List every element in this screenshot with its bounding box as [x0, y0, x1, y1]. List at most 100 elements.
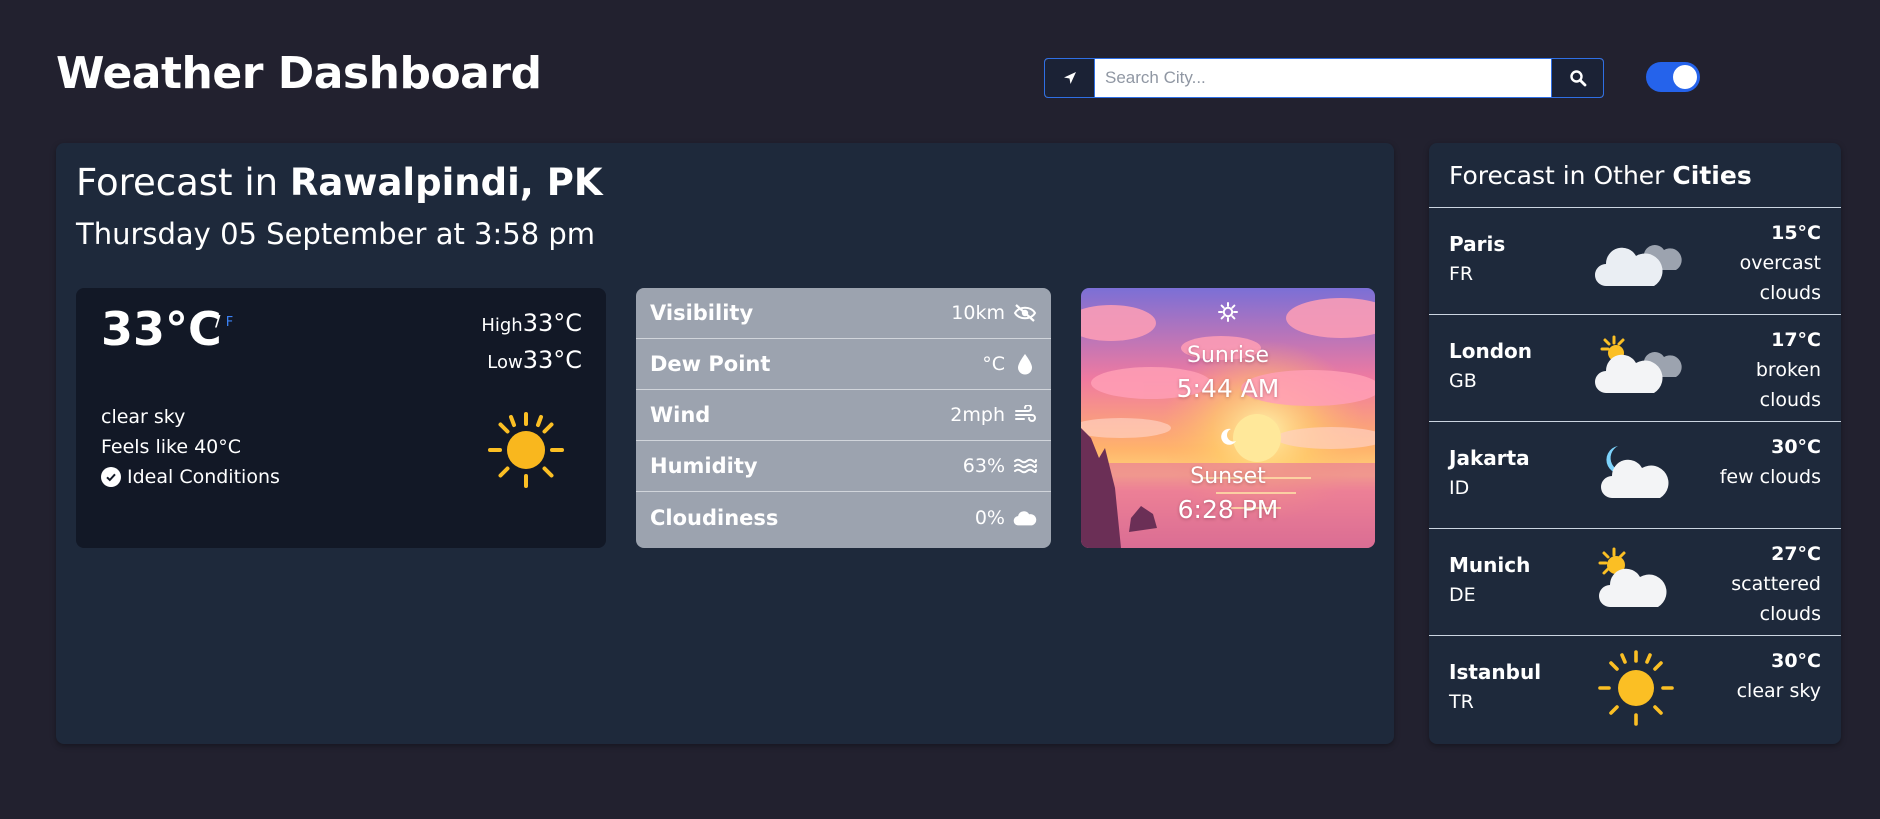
forecast-heading-prefix: Forecast in [76, 161, 279, 204]
unit-fahrenheit[interactable]: F [226, 315, 233, 330]
city-country: FR [1449, 263, 1474, 285]
forecast-heading: Forecast in Rawalpindi, PK [76, 161, 603, 204]
search-bar [1044, 58, 1604, 98]
city-country: ID [1449, 477, 1470, 499]
feels-like: Feels like 40°C [101, 436, 242, 458]
detail-row-cloudiness: Cloudiness 0% [636, 492, 1051, 543]
city-weather: 30°C few clouds [1681, 432, 1821, 492]
city-temp: 15°C [1771, 222, 1821, 244]
forecast-city: Rawalpindi, PK [289, 161, 603, 204]
city-name: Munich [1449, 553, 1531, 577]
search-button[interactable] [1551, 59, 1603, 97]
page-title: Weather Dashboard [56, 48, 542, 99]
scattered-clouds-icon [1598, 547, 1667, 607]
detail-label: Humidity [650, 454, 758, 478]
city-temp: 30°C [1771, 436, 1821, 458]
ideal-conditions: Ideal Conditions [101, 462, 280, 492]
cloud-icon [1013, 506, 1037, 530]
main-forecast-panel: Forecast in Rawalpindi, PK Thursday 05 S… [56, 143, 1394, 744]
sunrise-icon [1218, 302, 1238, 322]
city-desc: clouds [1759, 603, 1821, 625]
eye-slash-icon [1013, 301, 1037, 325]
high-low: High33°C Low33°C [481, 306, 582, 380]
sunset-label: Sunset [1190, 464, 1266, 489]
droplet-icon [1013, 352, 1037, 376]
detail-row-humidity: Humidity 63% [636, 441, 1051, 492]
current-weather-card: 33°C / F High33°C Low33°C clear sky Feel… [76, 288, 606, 548]
city-desc: clear sky [1736, 680, 1821, 702]
city-row-london[interactable]: London GB 17°C broken clouds [1429, 315, 1841, 422]
low-label: Low [487, 352, 523, 373]
overcast-clouds-icon [1595, 245, 1682, 286]
detail-value: 63% [962, 455, 1005, 477]
detail-value: 10km [951, 302, 1005, 324]
city-desc: clouds [1759, 389, 1821, 411]
detail-label: Cloudiness [650, 505, 779, 530]
city-row-munich[interactable]: Munich DE 27°C scattered clouds [1429, 529, 1841, 636]
location-button[interactable] [1045, 59, 1095, 97]
condition-block: clear sky Feels like 40°C Ideal Conditio… [101, 402, 280, 492]
city-row-jakarta[interactable]: Jakarta ID 30°C few clouds [1429, 422, 1841, 529]
unit-separator: / [215, 312, 221, 330]
city-country: DE [1449, 584, 1476, 606]
condition-text: clear sky [101, 406, 186, 428]
forecast-datetime: Thursday 05 September at 3:58 pm [76, 217, 596, 251]
city-weather: 17°C broken clouds [1681, 325, 1821, 415]
sun-icon [1598, 650, 1674, 726]
detail-label: Wind [650, 403, 711, 427]
city-name: Paris [1449, 232, 1506, 256]
current-temperature: 33°C [101, 302, 222, 356]
cities-heading-bold: Cities [1672, 161, 1752, 190]
detail-value: 0% [974, 506, 1005, 529]
search-input[interactable] [1095, 59, 1551, 97]
weather-details-card: Visibility 10km Dew Point °C Wind 2mph H… [636, 288, 1051, 548]
city-temp: 30°C [1771, 650, 1821, 672]
city-country: GB [1449, 370, 1477, 392]
detail-label: Dew Point [650, 352, 771, 376]
detail-value: °C [982, 353, 1005, 375]
city-name: Jakarta [1449, 446, 1530, 470]
other-cities-panel: Forecast in Other Cities Paris FR 15°C o… [1429, 143, 1841, 744]
city-desc: broken [1755, 359, 1821, 381]
few-clouds-night-icon [1601, 446, 1669, 498]
city-name: London [1449, 339, 1533, 363]
sunset-time: 6:28 PM [1177, 495, 1279, 524]
city-row-istanbul[interactable]: Istanbul TR 30°C clear sky [1429, 636, 1841, 743]
unit-switch[interactable]: / F [215, 312, 233, 330]
check-circle-icon [101, 467, 121, 487]
cities-heading: Forecast in Other Cities [1429, 143, 1841, 208]
search-icon [1569, 70, 1586, 87]
city-row-paris[interactable]: Paris FR 15°C overcast clouds [1429, 208, 1841, 315]
city-desc: scattered [1731, 573, 1821, 595]
toggle-knob [1673, 65, 1697, 89]
city-country: TR [1449, 691, 1474, 713]
detail-label: Visibility [650, 301, 754, 325]
location-arrow-icon [1063, 72, 1076, 84]
broken-clouds-icon [1595, 335, 1682, 393]
city-weather: 30°C clear sky [1681, 646, 1821, 706]
city-desc: clouds [1759, 282, 1821, 304]
sunrise-sunset-card: Sunrise 5:44 AM Sunset 6:28 PM [1081, 288, 1375, 548]
high-label: High [481, 315, 523, 336]
city-desc: few clouds [1719, 466, 1821, 488]
sunrise-label: Sunrise [1186, 343, 1269, 368]
detail-row-visibility: Visibility 10km [636, 288, 1051, 339]
detail-row-wind: Wind 2mph [636, 390, 1051, 441]
sunrise-time: 5:44 AM [1176, 374, 1280, 403]
high-value: 33°C [522, 309, 582, 337]
city-temp: 17°C [1771, 329, 1821, 351]
sun-icon [488, 412, 564, 488]
low-value: 33°C [522, 346, 582, 374]
city-temp: 27°C [1771, 543, 1821, 565]
city-desc: overcast [1739, 252, 1821, 274]
city-weather: 15°C overcast clouds [1681, 218, 1821, 308]
theme-toggle[interactable] [1646, 62, 1700, 92]
detail-row-dew-point: Dew Point °C [636, 339, 1051, 390]
wind-icon [1013, 403, 1037, 427]
city-name: Istanbul [1449, 660, 1542, 684]
detail-value: 2mph [950, 404, 1005, 426]
moon-icon [1221, 428, 1236, 445]
ideal-conditions-label: Ideal Conditions [127, 466, 280, 488]
cities-heading-prefix: Forecast in Other [1449, 161, 1665, 190]
water-icon [1013, 454, 1037, 478]
